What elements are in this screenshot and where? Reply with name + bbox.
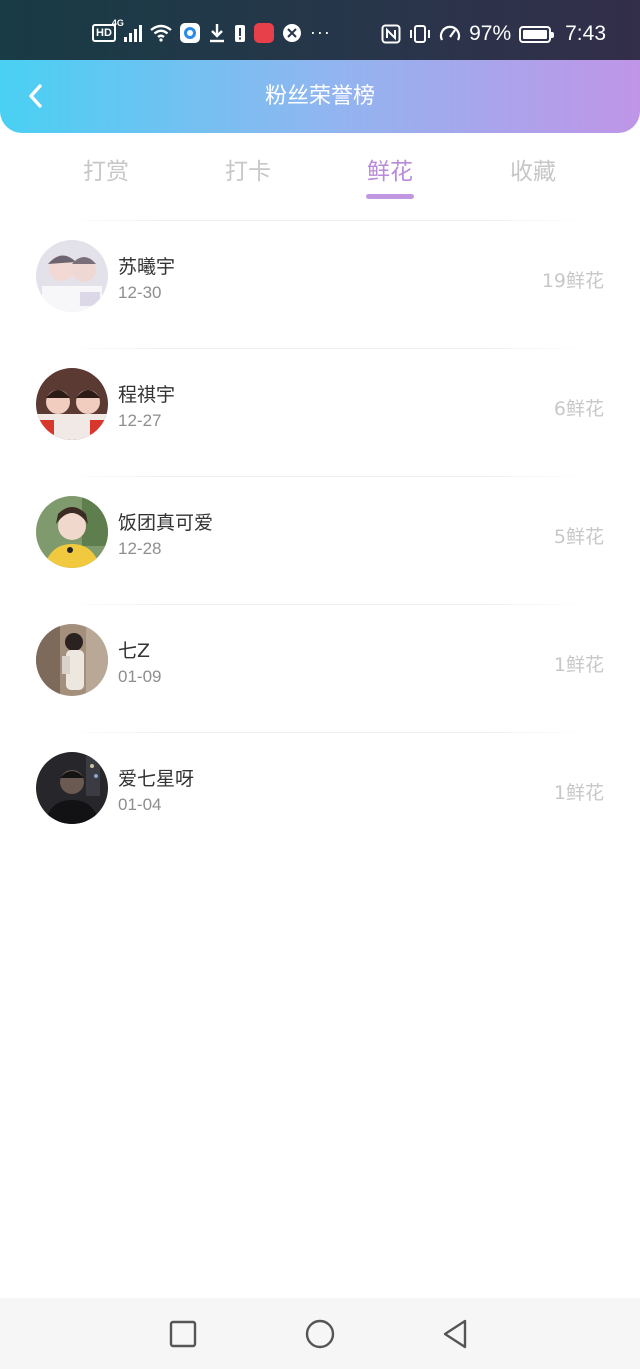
recents-square-icon: [169, 1320, 197, 1348]
divider: [64, 220, 586, 221]
avatar[interactable]: [36, 496, 108, 568]
status-left-icons: HD 4G ···: [92, 18, 331, 43]
alert-icon: [234, 24, 245, 42]
tab-reward[interactable]: 打赏: [56, 152, 156, 186]
page-header: 粉丝荣誉榜: [0, 60, 640, 133]
list-item[interactable]: 爱七星呀 01-04 1鲜花: [0, 732, 640, 860]
more-icon: ···: [309, 22, 331, 42]
nfc-icon: [381, 24, 401, 44]
tab-label: 收藏: [510, 159, 556, 185]
status-right-icons: 97% 7:43: [381, 22, 606, 46]
user-date: 01-09: [118, 667, 162, 686]
tab-label: 鲜花: [367, 159, 413, 185]
clock: 7:43: [565, 22, 606, 45]
divider: [64, 348, 586, 349]
page-title: 粉丝荣誉榜: [264, 84, 375, 109]
avatar[interactable]: [36, 240, 108, 312]
user-date: 12-28: [118, 539, 162, 558]
flower-count: 19鲜花: [541, 270, 604, 292]
battery-percent: 97%: [469, 22, 512, 45]
download-icon: [209, 23, 224, 42]
back-nav-button[interactable]: [438, 1316, 474, 1352]
list-item[interactable]: 七Z 01-09 1鲜花: [0, 604, 640, 732]
tab-label: 打赏: [83, 159, 129, 185]
tab-bar: 打赏 打卡 鲜花 收藏: [0, 140, 640, 210]
home-button[interactable]: [302, 1316, 338, 1352]
list-item[interactable]: 程祺宇 12-27 6鲜花: [0, 348, 640, 476]
flower-count: 1鲜花: [553, 782, 604, 804]
app-icon-2: [282, 23, 301, 42]
list-item[interactable]: 苏曦宇 12-30 19鲜花: [0, 220, 640, 348]
user-name: 七Z: [118, 640, 151, 662]
user-date: 01-04: [118, 795, 162, 814]
user-name: 爱七星呀: [118, 768, 195, 790]
speed-icon: [440, 25, 461, 41]
active-tab-indicator: [366, 194, 414, 199]
user-name: 饭团真可爱: [118, 512, 214, 534]
divider: [64, 604, 586, 605]
avatar[interactable]: [36, 624, 108, 696]
avatar[interactable]: [36, 752, 108, 824]
system-nav-bar: [0, 1298, 640, 1369]
battery-icon: [519, 25, 555, 43]
tab-checkin[interactable]: 打卡: [198, 152, 298, 186]
user-name: 程祺宇: [118, 384, 176, 406]
back-triangle-icon: [443, 1319, 467, 1349]
app-icon: [179, 22, 200, 43]
list-item[interactable]: 饭团真可爱 12-28 5鲜花: [0, 476, 640, 604]
home-circle-icon: [305, 1319, 335, 1349]
status-bar: HD 4G ··· 97% 7:43: [0, 0, 640, 62]
user-name: 苏曦宇: [118, 256, 176, 278]
signal-icon: 4G: [112, 18, 142, 42]
user-date: 12-30: [118, 283, 162, 302]
recents-button[interactable]: [165, 1316, 201, 1352]
vibrate-icon: [410, 25, 431, 43]
divider: [64, 476, 586, 477]
fan-ranking-list: 苏曦宇 12-30 19鲜花 程祺宇 12-27 6鲜花 饭团真可爱 12-28…: [0, 220, 640, 860]
flower-count: 6鲜花: [553, 398, 604, 420]
tab-favorites[interactable]: 收藏: [483, 152, 583, 186]
tab-label: 打卡: [225, 159, 271, 185]
avatar[interactable]: [36, 368, 108, 440]
user-date: 12-27: [118, 411, 162, 430]
tab-flowers[interactable]: 鲜花: [340, 152, 440, 199]
huawei-store-icon: [253, 22, 274, 43]
flower-count: 5鲜花: [553, 526, 604, 548]
network-type: 4G: [111, 17, 124, 28]
divider: [64, 732, 586, 733]
flower-count: 1鲜花: [553, 654, 604, 676]
wifi-icon: [150, 24, 172, 42]
